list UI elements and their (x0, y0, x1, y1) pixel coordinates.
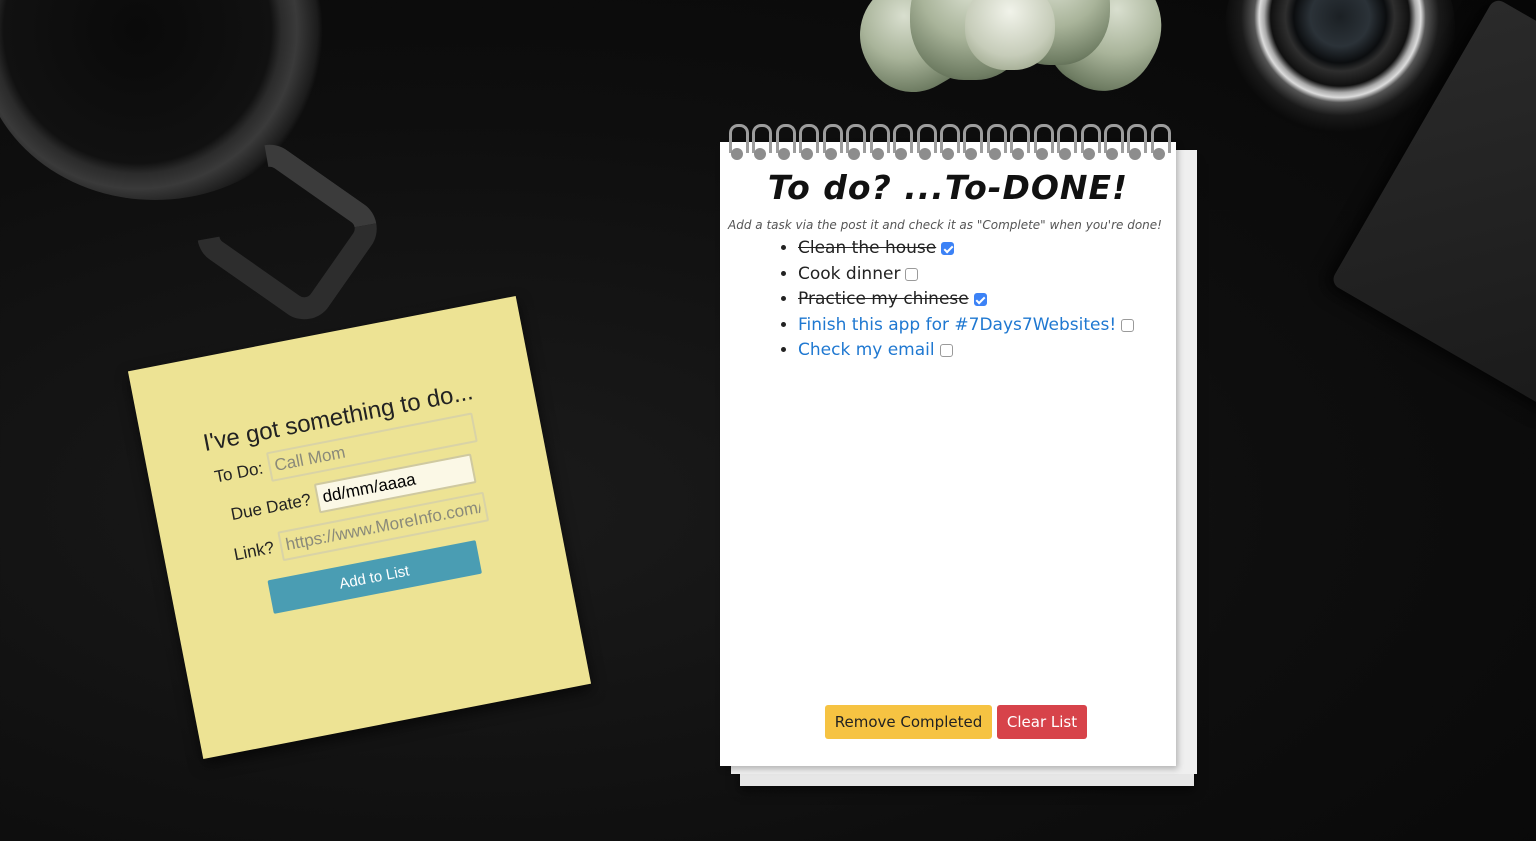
page-subtitle: Add a task via the post it and check it … (728, 218, 1162, 232)
task-link[interactable]: Finish this app for #7Days7Websites! (798, 315, 1116, 335)
link-label: Link? (232, 537, 276, 565)
spiral-ring (845, 124, 867, 164)
remove-completed-button[interactable]: Remove Completed (825, 705, 992, 739)
task-item: Cook dinner (798, 262, 1134, 288)
spiral-ring (751, 124, 773, 164)
camera-lens-decoration (1225, 0, 1455, 135)
todo-label: To Do: (212, 458, 265, 487)
task-checkbox[interactable] (905, 267, 919, 281)
spiral-ring (1009, 124, 1031, 164)
task-item: Clean the house (798, 236, 1134, 262)
task-item: Check my email (798, 338, 1134, 364)
notebook-spiral-binding (722, 124, 1174, 164)
page-title: To do? ...To-DONE! (767, 168, 1129, 207)
task-text: Practice my chinese (798, 289, 969, 310)
spiral-ring (916, 124, 937, 164)
task-list: Clean the house Cook dinner Practice my … (778, 236, 1135, 364)
spiral-ring (1056, 124, 1078, 164)
sticky-note-form: I've got something to do... To Do: Due D… (127, 295, 592, 760)
spiral-ring (939, 124, 960, 164)
spiral-ring (1150, 124, 1171, 164)
spiral-ring (1103, 124, 1124, 164)
clear-list-button[interactable]: Clear List (997, 705, 1087, 739)
spiral-ring (798, 124, 820, 164)
task-checkbox[interactable] (939, 344, 953, 358)
task-text: Cook dinner (798, 263, 901, 284)
task-checkbox[interactable] (1121, 318, 1135, 332)
spiral-ring (986, 124, 1007, 164)
spiral-ring (1033, 124, 1054, 164)
task-checkbox[interactable] (973, 293, 987, 307)
task-item: Practice my chinese (798, 287, 1134, 313)
succulent-plant-decoration (839, 0, 1183, 111)
spiral-ring (775, 124, 796, 164)
task-item: Finish this app for #7Days7Websites! (798, 313, 1135, 339)
spiral-ring (962, 124, 984, 164)
spiral-ring (892, 124, 914, 164)
due-date-label: Due Date? (229, 489, 313, 525)
spiral-ring (869, 124, 890, 164)
task-checkbox[interactable] (941, 242, 955, 255)
spiral-ring (1126, 124, 1148, 164)
spiral-ring (728, 124, 749, 164)
task-link[interactable]: Check my email (798, 340, 935, 360)
task-text: Clean the house (798, 238, 937, 258)
spiral-ring (822, 124, 843, 164)
spiral-ring (1080, 124, 1101, 164)
